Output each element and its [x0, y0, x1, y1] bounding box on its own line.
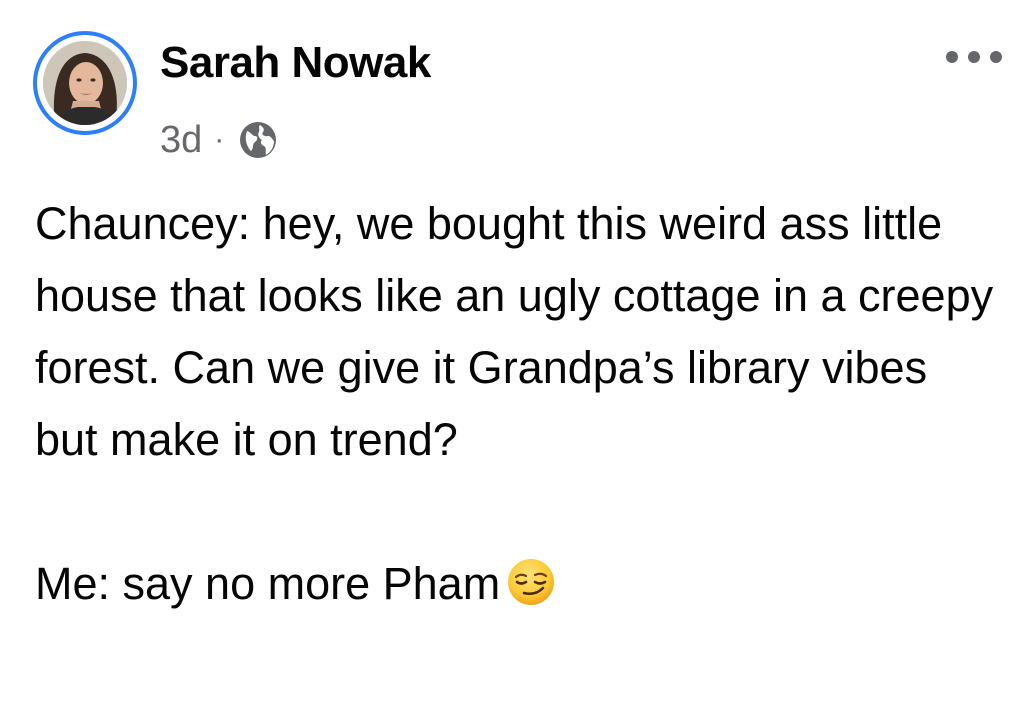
globe-icon[interactable]: [238, 120, 278, 160]
facebook-post: Sarah Nowak 3d · Chauncey: hey, we bough…: [0, 0, 1024, 713]
post-paragraph-last: Me: say no more Pham: [35, 548, 995, 620]
post-paragraph: Chauncey: hey, we bought this weird ass …: [35, 198, 994, 465]
more-options-dot: [990, 51, 1002, 63]
meta-separator: ·: [214, 123, 225, 156]
post-meta: 3d ·: [160, 118, 278, 162]
author-name[interactable]: Sarah Nowak: [160, 38, 431, 88]
more-options-dot: [946, 51, 958, 63]
more-options-dot: [968, 51, 980, 63]
smirking-face-icon: [508, 559, 555, 605]
avatar[interactable]: [43, 41, 127, 125]
avatar-ring[interactable]: [33, 31, 137, 135]
post-text: Chauncey: hey, we bought this weird ass …: [35, 188, 995, 620]
more-options-button[interactable]: [946, 42, 1002, 72]
post-paragraph: Me: say no more Pham: [35, 558, 501, 609]
post-age[interactable]: 3d: [160, 119, 202, 162]
avatar-photo: [43, 41, 127, 125]
